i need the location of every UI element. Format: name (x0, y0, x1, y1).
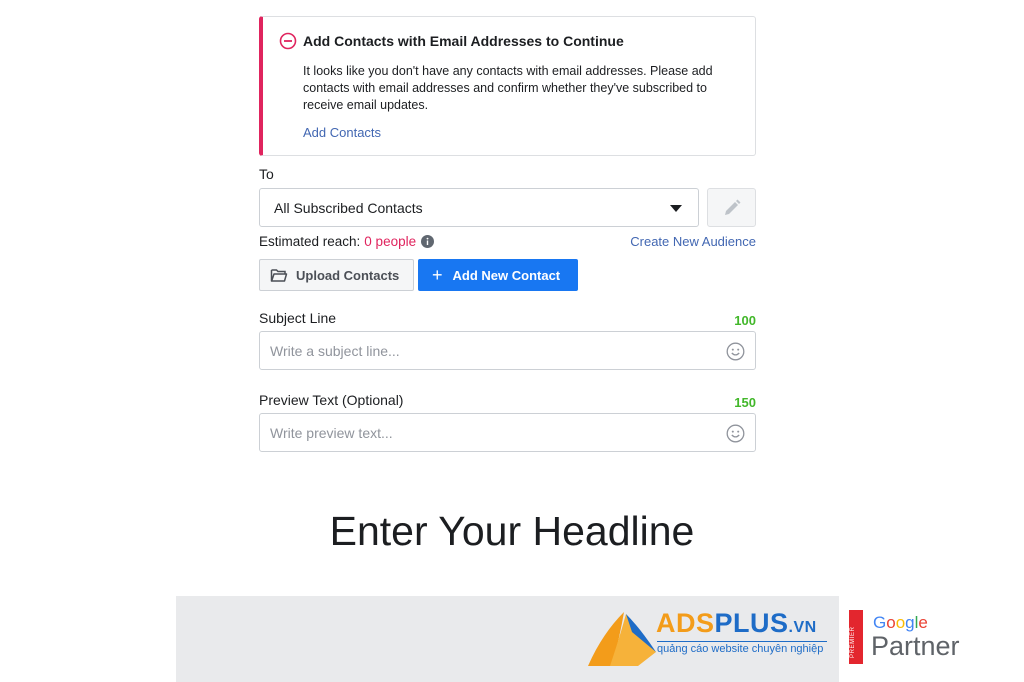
error-alert: Add Contacts with Email Addresses to Con… (259, 16, 756, 156)
to-label: To (259, 166, 274, 182)
preview-text-input[interactable] (270, 423, 710, 443)
create-new-audience-link[interactable]: Create New Audience (630, 234, 756, 249)
info-icon[interactable] (421, 235, 435, 248)
premier-label: PREMIER (850, 626, 856, 658)
subject-line-label: Subject Line (259, 310, 337, 326)
edit-audience-button[interactable] (707, 188, 756, 227)
caret-down-icon (670, 205, 682, 212)
partner-label: Partner (871, 631, 960, 661)
subject-line-input[interactable] (270, 341, 710, 361)
audience-select[interactable]: All Subscribed Contacts (259, 188, 699, 227)
alert-title: Add Contacts with Email Addresses to Con… (303, 33, 624, 49)
subject-char-counter: 100 (734, 313, 756, 328)
reach-label: Estimated reach: (259, 234, 361, 249)
emoji-icon[interactable] (726, 342, 745, 361)
upload-contacts-label: Upload Contacts (296, 267, 400, 283)
emoji-icon[interactable] (726, 424, 745, 443)
add-new-contact-button[interactable]: + Add New Contact (418, 259, 578, 291)
adsplus-brand: ADSPLUS.VN (656, 608, 817, 639)
subject-line-field[interactable] (259, 331, 756, 370)
pencil-icon (725, 199, 741, 215)
reach-count: 0 people (364, 234, 417, 249)
preview-text-field[interactable] (259, 413, 756, 452)
estimated-reach: Estimated reach: 0 people (259, 234, 435, 249)
minus-circle-icon (279, 32, 297, 50)
brand-divider (657, 641, 827, 642)
google-wordmark: Google (873, 613, 928, 632)
plus-icon: + (432, 265, 443, 285)
adsplus-logo-icon (588, 612, 656, 666)
preview-text-label: Preview Text (Optional) (259, 392, 404, 408)
audience-select-value: All Subscribed Contacts (274, 200, 423, 216)
brand-tagline: quảng cáo website chuyên nghiệp (657, 643, 824, 655)
upload-contacts-button[interactable]: Upload Contacts (259, 259, 414, 291)
preview-char-counter: 150 (734, 395, 756, 410)
add-contacts-link[interactable]: Add Contacts (303, 125, 381, 140)
brand-suffix: .VN (788, 619, 817, 636)
premier-badge: PREMIER (849, 610, 863, 664)
add-new-contact-label: Add New Contact (452, 267, 561, 283)
brand-plus: PLUS (714, 608, 789, 638)
brand-ads: ADS (656, 608, 715, 638)
email-headline[interactable]: Enter Your Headline (0, 508, 1024, 555)
folder-icon (270, 269, 288, 282)
alert-body: It looks like you don't have any contact… (303, 64, 713, 112)
